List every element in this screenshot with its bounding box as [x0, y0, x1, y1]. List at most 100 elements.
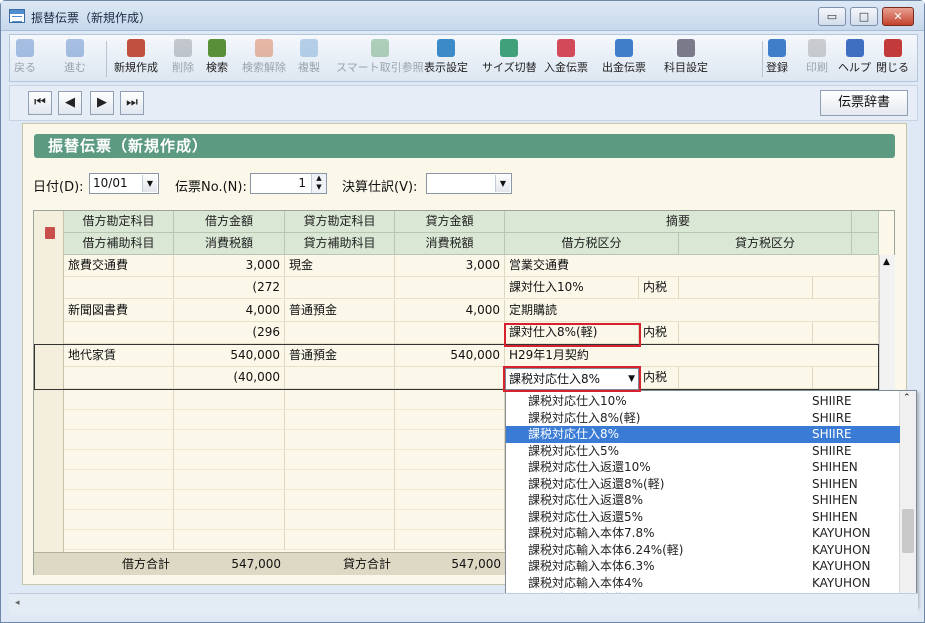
- dropdown-option[interactable]: 課税対応仕入10% SHIIRE: [506, 393, 900, 410]
- toolbar-button-1[interactable]: 進む: [64, 39, 86, 79]
- tax-type-cell[interactable]: 内税: [639, 322, 679, 344]
- toolbar-button-5[interactable]: 検索解除: [242, 39, 286, 79]
- empty-cell[interactable]: [395, 530, 505, 550]
- slip-no-stepper[interactable]: 1 ▲ ▼: [250, 173, 327, 194]
- credit-account-cell[interactable]: 普通預金: [285, 345, 395, 367]
- toolbar-button-12[interactable]: 科目設定: [664, 39, 708, 79]
- empty-cell[interactable]: [64, 390, 174, 410]
- credit-subaccount-cell[interactable]: [285, 277, 395, 299]
- next-record-button[interactable]: ▶: [90, 91, 114, 115]
- credit-tax-type-cell[interactable]: [813, 367, 879, 389]
- empty-cell[interactable]: [174, 510, 285, 530]
- minimize-button[interactable]: ▭: [818, 7, 846, 26]
- empty-cell[interactable]: [395, 470, 505, 490]
- slip-book-icon[interactable]: [45, 227, 55, 239]
- dropdown-option[interactable]: 課税対応輸入本体6.24%(軽) KAYUHON: [506, 542, 900, 559]
- toolbar-button-0[interactable]: 戻る: [14, 39, 36, 79]
- empty-cell[interactable]: [174, 530, 285, 550]
- debit-tax-cell[interactable]: (40,000: [174, 367, 285, 389]
- empty-cell[interactable]: [285, 530, 395, 550]
- empty-cell[interactable]: [174, 430, 285, 450]
- slip-dictionary-button[interactable]: 伝票辞書: [820, 90, 908, 116]
- dropdown-option[interactable]: 課税対応仕入8%(軽) SHIIRE: [506, 410, 900, 427]
- scrollbar-thumb[interactable]: [902, 509, 914, 553]
- dropdown-option[interactable]: 課税対応仕入返還8% SHIHEN: [506, 492, 900, 509]
- debit-amount-cell[interactable]: 4,000: [174, 300, 285, 322]
- empty-cell[interactable]: [174, 490, 285, 510]
- tax-class-dropdown-list[interactable]: ⌃ ⌄ 課税対応仕入10%SHIIRE課税対応仕入8%(軽)SHIIRE課税対応…: [505, 390, 917, 607]
- empty-cell[interactable]: [285, 410, 395, 430]
- tax-type-cell[interactable]: 内税: [639, 277, 679, 299]
- empty-cell[interactable]: [395, 390, 505, 410]
- credit-tax-cell[interactable]: [395, 277, 505, 299]
- empty-cell[interactable]: [64, 490, 174, 510]
- credit-amount-cell[interactable]: 4,000: [395, 300, 505, 322]
- close-window-button[interactable]: ✕: [882, 7, 914, 26]
- toolbar-button-13[interactable]: 登録: [766, 39, 788, 79]
- dropdown-option[interactable]: 課税対応仕入返還5% SHIHEN: [506, 509, 900, 526]
- debit-account-cell[interactable]: 新聞図書費: [64, 300, 174, 322]
- credit-amount-cell[interactable]: 3,000: [395, 255, 505, 277]
- credit-tax-class-cell[interactable]: [679, 322, 813, 344]
- empty-cell[interactable]: [285, 490, 395, 510]
- credit-amount-cell[interactable]: 540,000: [395, 345, 505, 367]
- toolbar-button-11[interactable]: 出金伝票: [602, 39, 646, 79]
- empty-cell[interactable]: [285, 470, 395, 490]
- toolbar-button-9[interactable]: サイズ切替: [482, 39, 537, 79]
- scroll-up-icon[interactable]: ▲: [883, 257, 890, 267]
- dropdown-scrollbar[interactable]: ⌃ ⌄: [899, 391, 916, 606]
- empty-cell[interactable]: [395, 410, 505, 430]
- credit-subaccount-cell[interactable]: [285, 367, 395, 389]
- dropdown-option[interactable]: 課税対応輸入本体4% KAYUHON: [506, 575, 900, 592]
- maximize-button[interactable]: □: [850, 7, 878, 26]
- empty-cell[interactable]: [174, 470, 285, 490]
- dropdown-option[interactable]: 課税対応輸入本体7.8% KAYUHON: [506, 525, 900, 542]
- memo-cell[interactable]: H29年1月契約: [505, 345, 879, 367]
- date-dropdown[interactable]: 10/01 ▼: [89, 173, 159, 194]
- prev-record-button[interactable]: ◀: [58, 91, 82, 115]
- empty-cell[interactable]: [174, 390, 285, 410]
- empty-cell[interactable]: [285, 430, 395, 450]
- debit-tax-cell[interactable]: (272: [174, 277, 285, 299]
- credit-tax-class-cell[interactable]: [679, 277, 813, 299]
- debit-subaccount-cell[interactable]: [64, 367, 174, 389]
- memo-cell[interactable]: 営業交通費: [505, 255, 879, 277]
- memo-column-icon[interactable]: [852, 211, 879, 233]
- debit-amount-cell[interactable]: 540,000: [174, 345, 285, 367]
- toolbar-button-4[interactable]: 検索: [206, 39, 228, 79]
- empty-cell[interactable]: [395, 450, 505, 470]
- credit-tax-cell[interactable]: [395, 322, 505, 344]
- empty-cell[interactable]: [64, 530, 174, 550]
- credit-subaccount-cell[interactable]: [285, 322, 395, 344]
- empty-cell[interactable]: [395, 510, 505, 530]
- dropdown-option[interactable]: 課税対応仕入返還8%(軽) SHIHEN: [506, 476, 900, 493]
- debit-amount-cell[interactable]: 3,000: [174, 255, 285, 277]
- credit-tax-cell[interactable]: [395, 367, 505, 389]
- empty-cell[interactable]: [395, 430, 505, 450]
- empty-cell[interactable]: [64, 450, 174, 470]
- credit-account-cell[interactable]: 現金: [285, 255, 395, 277]
- spinner-icon[interactable]: ▲ ▼: [311, 174, 326, 193]
- dropdown-option[interactable]: 課税対応仕入返還10% SHIHEN: [506, 459, 900, 476]
- credit-tax-type-cell[interactable]: [813, 322, 879, 344]
- dropdown-option[interactable]: 課税対応仕入8% SHIIRE: [506, 426, 900, 443]
- dropdown-option[interactable]: 課税対応仕入5% SHIIRE: [506, 443, 900, 460]
- toolbar-button-10[interactable]: 入金伝票: [544, 39, 588, 79]
- debit-account-cell[interactable]: 地代家賃: [64, 345, 174, 367]
- scroll-left-icon[interactable]: ◂: [15, 598, 20, 608]
- empty-cell[interactable]: [285, 450, 395, 470]
- empty-cell[interactable]: [64, 410, 174, 430]
- debit-tax-class-cell[interactable]: 課対仕入10%: [505, 277, 639, 299]
- toolbar-button-16[interactable]: 閉じる: [876, 39, 909, 79]
- empty-cell[interactable]: [64, 470, 174, 490]
- credit-tax-class-cell[interactable]: [679, 367, 813, 389]
- last-record-button[interactable]: ⏭: [120, 91, 144, 115]
- debit-subaccount-cell[interactable]: [64, 277, 174, 299]
- empty-cell[interactable]: [64, 430, 174, 450]
- toolbar-button-15[interactable]: ヘルプ: [838, 39, 871, 79]
- debit-subaccount-cell[interactable]: [64, 322, 174, 344]
- toolbar-button-2[interactable]: 新規作成: [114, 39, 158, 79]
- toolbar-button-8[interactable]: 表示設定: [424, 39, 468, 79]
- toolbar-button-14[interactable]: 印刷: [806, 39, 828, 79]
- closing-entry-dropdown[interactable]: ▼: [426, 173, 512, 194]
